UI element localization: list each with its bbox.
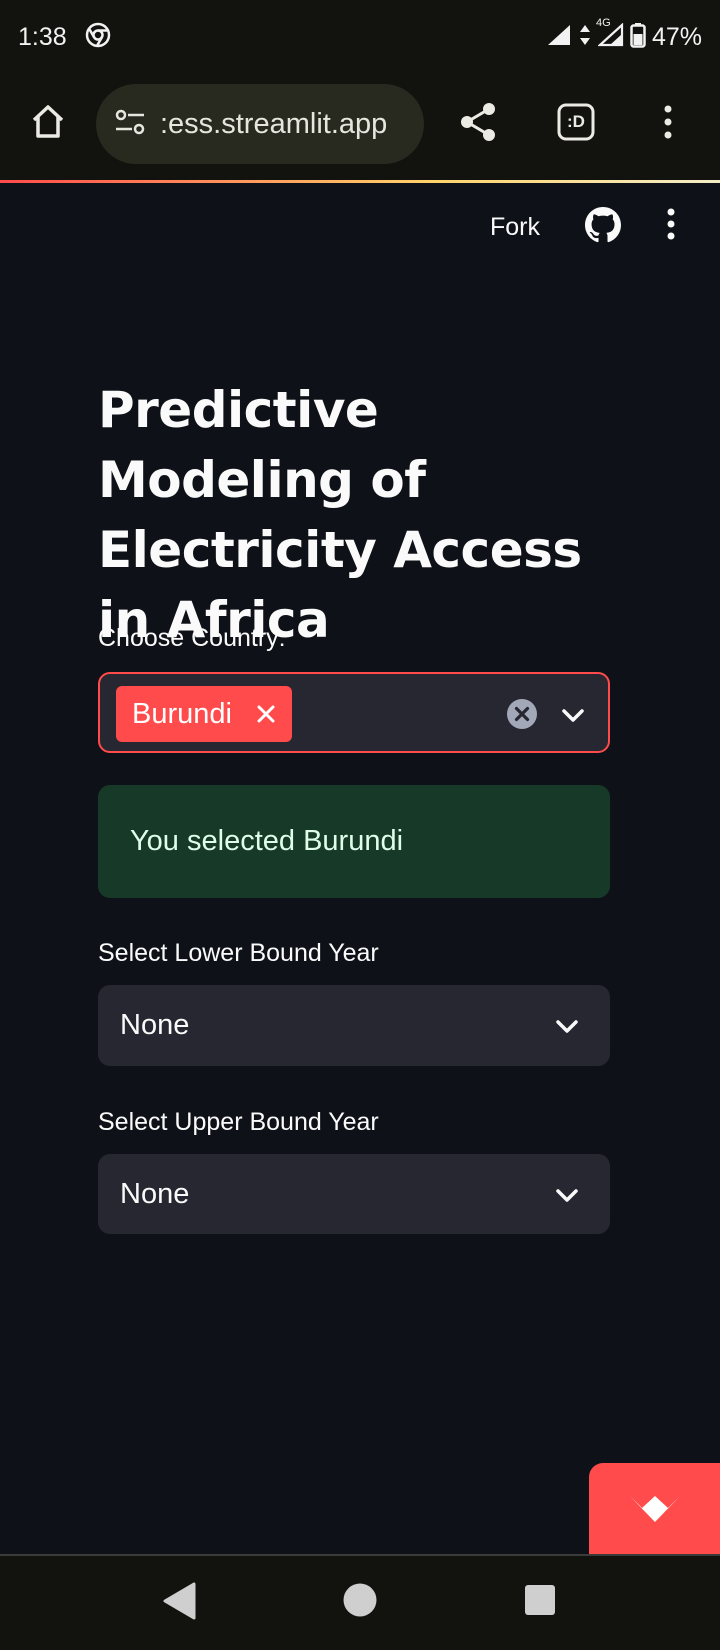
home-circle-icon	[343, 1583, 377, 1617]
site-settings-icon[interactable]	[114, 108, 146, 141]
lower-year-dropdown-toggle[interactable]	[552, 1011, 582, 1041]
browser-menu-button[interactable]	[648, 96, 688, 148]
clear-circle-icon	[507, 699, 537, 729]
upper-year-value: None	[120, 1177, 190, 1210]
lower-year-value: None	[120, 1009, 190, 1041]
upper-year-label: Select Upper Bound Year	[98, 1108, 379, 1136]
upper-year-dropdown-toggle[interactable]	[552, 1180, 582, 1210]
country-dropdown-toggle[interactable]	[558, 700, 588, 730]
home-icon	[32, 105, 64, 138]
network-type: 4G	[595, 16, 611, 29]
status-time: 1:38	[18, 22, 67, 51]
github-icon	[585, 207, 621, 243]
close-icon	[257, 705, 275, 723]
fork-button[interactable]: Fork	[490, 213, 540, 242]
chevron-down-icon	[556, 1189, 578, 1202]
chevron-down-icon	[562, 709, 584, 722]
page-title: Predictive Modeling of Electricity Acces…	[98, 381, 582, 649]
system-nav-bar	[0, 1556, 720, 1650]
app-menu-button[interactable]	[666, 207, 686, 245]
status-right: 4G 47%	[546, 17, 702, 53]
chrome-icon	[85, 22, 111, 53]
browser-home-button[interactable]	[22, 96, 74, 148]
back-icon	[163, 1582, 196, 1620]
status-bar: 1:38 4G 47%	[0, 0, 720, 74]
nav-back-button[interactable]	[160, 1580, 198, 1622]
tag-remove-button[interactable]	[254, 702, 278, 726]
country-multiselect[interactable]: Burundi	[98, 672, 610, 753]
streamlit-badge-button[interactable]	[589, 1463, 720, 1554]
app-header: Fork	[0, 183, 720, 275]
share-button[interactable]	[452, 96, 504, 148]
tab-switcher-label: :D	[567, 112, 585, 131]
clear-all-button[interactable]	[506, 698, 538, 730]
lower-year-label: Select Lower Bound Year	[98, 939, 379, 967]
nav-home-button[interactable]	[342, 1582, 378, 1618]
status-left: 1:38	[18, 22, 111, 53]
success-alert: You selected Burundi	[98, 785, 610, 898]
country-label: Choose Country:	[98, 624, 286, 652]
more-vert-icon	[664, 105, 672, 139]
success-alert-text: You selected Burundi	[130, 825, 404, 857]
more-vert-icon	[667, 208, 675, 240]
main-content: Predictive Modeling of Electricity Acces…	[98, 375, 610, 655]
country-tag: Burundi	[116, 686, 292, 742]
github-button[interactable]	[585, 207, 623, 245]
browser-toolbar: :ess.streamlit.app :D	[0, 74, 720, 180]
nav-recents-button[interactable]	[524, 1584, 556, 1616]
url-text: :ess.streamlit.app	[160, 107, 388, 140]
url-bar[interactable]: :ess.streamlit.app	[96, 84, 424, 164]
country-tag-label: Burundi	[132, 697, 232, 730]
battery-percent: 47%	[651, 22, 702, 51]
streamlit-logo-icon	[629, 1495, 680, 1522]
chevron-down-icon	[556, 1020, 578, 1033]
cell-signal-icon: 4G	[596, 17, 624, 52]
lower-year-select[interactable]: None	[98, 985, 610, 1066]
recents-square-icon	[525, 1585, 555, 1615]
data-arrows-icon	[578, 23, 592, 52]
upper-year-select[interactable]: None	[98, 1154, 610, 1234]
tab-switcher-button[interactable]: :D	[552, 98, 600, 146]
wifi-signal-icon	[546, 23, 572, 52]
battery-icon	[630, 22, 646, 53]
share-icon	[461, 103, 495, 141]
